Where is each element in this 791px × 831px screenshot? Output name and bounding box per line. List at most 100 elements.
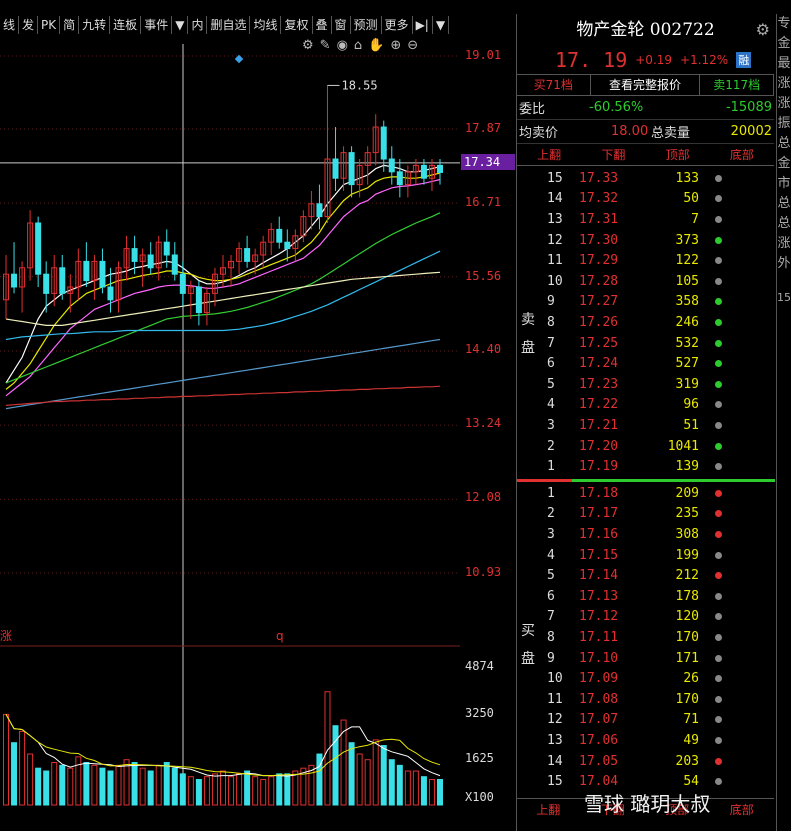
gear-icon[interactable]: ⚙ [756, 20, 770, 39]
volume-ma [5, 714, 441, 777]
toolbar-item[interactable]: 内 [188, 16, 208, 34]
sell-depth-button[interactable]: 卖117档 [700, 75, 775, 95]
tab-bottom[interactable]: 底部 [710, 144, 774, 165]
ask-level: 1 [547, 459, 555, 475]
bid-row: 10 17.09 26 [517, 668, 775, 689]
tab-page-up[interactable]: 上翻 [517, 144, 581, 165]
ask-volume: 96 [683, 397, 699, 413]
ask-level: 15 [547, 170, 563, 186]
ask-volume: 133 [675, 170, 699, 186]
bid-row: 5 17.14 212 [517, 565, 775, 586]
toolbar-item[interactable]: 预测 [351, 16, 382, 34]
side-info-char: 涨 [777, 96, 791, 111]
volume-bar [83, 762, 90, 806]
bid-price: 17.07 [579, 712, 619, 728]
price-tick-label: 15.56 [465, 269, 502, 283]
ask-price: 17.32 [579, 191, 619, 207]
toolbar-item[interactable]: 叠 [313, 16, 332, 34]
ask-volume: 1041 [667, 438, 699, 454]
toolbar-item[interactable]: ▼ [172, 16, 189, 34]
candle-body [244, 248, 251, 262]
toolbar-item[interactable]: 均线 [250, 16, 282, 34]
toolbar-item[interactable]: 连板 [110, 16, 142, 34]
bid-dot [715, 592, 722, 600]
bid-row: 13 17.06 49 [517, 730, 775, 751]
price-line: 17. 19 +0.19 +1.12% 融 [517, 46, 774, 74]
toolbar-item[interactable]: 删自选 [207, 16, 251, 34]
side-info-char: 外 [777, 256, 791, 271]
buy-side-char: 买 [521, 622, 535, 639]
candle-body [35, 222, 42, 275]
side-info-char: 最 [777, 56, 791, 71]
ask-level: 3 [547, 417, 555, 433]
ask-row: 1 17.19 139 [517, 456, 775, 477]
bid-price: 17.14 [579, 568, 619, 584]
ask-volume: 51 [683, 417, 699, 433]
ask-dot [715, 318, 722, 326]
toolbar-item[interactable]: 更多 [382, 16, 413, 34]
bid-level: 14 [547, 753, 563, 769]
volume-bar [211, 773, 218, 806]
side-info-char: 涨 [777, 76, 791, 91]
volume-tick-label: 1625 [465, 751, 494, 765]
volume-bar [147, 770, 154, 806]
ask-dot [715, 236, 722, 244]
ask-volume: 105 [675, 273, 699, 289]
bottom-tab-page-up[interactable]: 上翻 [516, 799, 581, 820]
ask-row: 9 17.27 358 [517, 292, 775, 313]
toolbar-item[interactable]: 窗 [332, 16, 351, 34]
ask-dot [715, 277, 722, 285]
volume-bar [59, 764, 66, 806]
bid-dot [715, 778, 722, 786]
volume-bar [35, 767, 42, 806]
toolbar-item[interactable]: 九转 [79, 16, 111, 34]
toolbar-item[interactable]: ▼ [433, 16, 450, 34]
candlestick-chart[interactable]: 18.55 涨 q [0, 44, 460, 831]
volume-bar [260, 779, 267, 806]
book-page-tabs: 上翻 下翻 顶部 底部 [517, 144, 774, 166]
full-quote-button[interactable]: 查看完整报价 [591, 75, 701, 95]
bid-dot [715, 695, 722, 703]
ma-line [5, 338, 441, 410]
side-info-strip: 专金最涨涨振总金市总总涨外 15 [776, 14, 791, 831]
ask-volume: 50 [683, 191, 699, 207]
candle-body [195, 286, 202, 314]
candle-body [396, 171, 403, 186]
bid-dot [715, 572, 722, 580]
ask-level: 4 [547, 397, 555, 413]
volume-bar [91, 764, 98, 806]
ask-price: 17.23 [579, 376, 619, 392]
candle-body [332, 158, 339, 179]
toolbar-item[interactable]: 事件 [141, 16, 173, 34]
volume-bar [236, 773, 243, 806]
bid-level: 7 [547, 609, 555, 625]
toolbar-item[interactable]: 简 [60, 16, 80, 34]
candle-body [59, 267, 66, 294]
toolbar-item[interactable]: 复权 [281, 16, 313, 34]
bid-row: 7 17.12 120 [517, 607, 775, 628]
ask-row: 15 17.33 133 [517, 168, 775, 189]
toolbar-item[interactable]: PK [38, 16, 61, 34]
bid-volume: 170 [675, 629, 699, 645]
tab-top[interactable]: 顶部 [646, 144, 710, 165]
buy-depth-button[interactable]: 买71档 [517, 75, 591, 95]
volume-bar [139, 767, 146, 806]
side-info-char: 振 [777, 116, 791, 131]
toolbar-item[interactable]: 发 [19, 16, 39, 34]
bottom-tab-bottom[interactable]: 底部 [710, 799, 775, 820]
toolbar-item[interactable]: 线 [0, 16, 20, 34]
bid-dot [715, 489, 722, 497]
ask-volume: 532 [675, 335, 699, 351]
volume-bar [51, 762, 58, 806]
bid-dot [715, 736, 722, 744]
sell-side-char: 盘 [521, 339, 535, 356]
side-info-char: 金 [777, 36, 791, 51]
side-info-char: 总 [777, 196, 791, 211]
ask-level: 6 [547, 356, 555, 372]
volume-bar [27, 753, 34, 806]
toolbar-item[interactable]: ▶| [413, 16, 433, 34]
label-q: q [276, 629, 284, 643]
label-zhang: 涨 [0, 628, 12, 643]
tab-page-down[interactable]: 下翻 [581, 144, 645, 165]
candle-body [131, 248, 138, 262]
